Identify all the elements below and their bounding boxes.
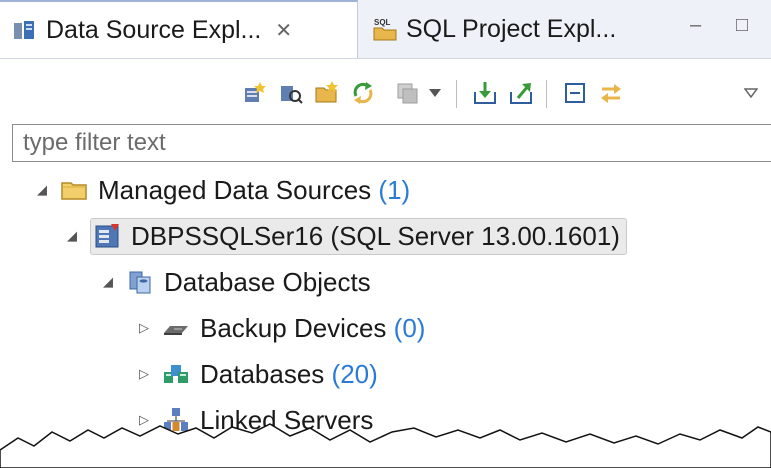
tree-item-databases[interactable]: ▷ Databases (20): [134, 352, 378, 396]
toolbar-separator: [546, 80, 547, 108]
collapsed-triangle-icon[interactable]: ▷: [134, 412, 154, 428]
sql-project-icon: SQL: [372, 16, 398, 42]
copy-icon[interactable]: [392, 78, 422, 108]
tab-label: SQL Project Expl...: [406, 14, 617, 43]
selected-server-node[interactable]: DBPSSQLSer16 (SQL Server 13.00.1601): [90, 217, 627, 255]
new-filter-icon[interactable]: [276, 78, 306, 108]
close-icon[interactable]: ✕: [275, 18, 292, 43]
tab-label: Data Source Expl...: [46, 15, 262, 44]
item-count: (0): [393, 312, 426, 343]
new-folder-icon[interactable]: [312, 78, 342, 108]
tree-item-label: Backup Devices: [200, 312, 387, 343]
expanded-triangle-icon[interactable]: ◢: [98, 274, 118, 290]
maximize-button[interactable]: □: [736, 14, 748, 37]
item-count: (20): [331, 358, 378, 389]
view-menu-icon[interactable]: [736, 78, 766, 108]
dropdown-arrow-icon[interactable]: [420, 78, 450, 108]
tree-item-backup-devices[interactable]: ▷ Backup Devices (0): [134, 306, 425, 350]
view-tab-bar: Data Source Expl... ✕ SQL SQL Project Ex…: [0, 0, 771, 59]
filter-input[interactable]: [13, 125, 771, 161]
minimize-button[interactable]: –: [690, 14, 701, 37]
collapse-all-icon[interactable]: [560, 78, 590, 108]
filter-field[interactable]: [12, 124, 771, 162]
tab-data-source-explorer[interactable]: Data Source Expl... ✕: [0, 0, 358, 58]
export-icon[interactable]: [506, 78, 536, 108]
database-objects-icon: [126, 268, 154, 296]
new-connection-profile-icon[interactable]: [240, 78, 270, 108]
tree-item-managed-data-sources[interactable]: ◢ Managed Data Sources (1): [32, 168, 410, 212]
sql-server-connection-icon: [93, 222, 121, 250]
folder-icon: [60, 176, 88, 204]
tree-item-label: Database Objects: [164, 266, 371, 297]
collapsed-triangle-icon[interactable]: ▷: [134, 320, 154, 336]
link-with-editor-icon[interactable]: [596, 78, 626, 108]
tree-item-label: Linked Servers: [200, 404, 374, 435]
svg-text:SQL: SQL: [374, 18, 391, 27]
tab-sql-project-explorer[interactable]: SQL SQL Project Expl...: [360, 0, 660, 58]
item-count: (1): [378, 174, 411, 205]
linked-servers-icon: [162, 406, 190, 434]
import-icon[interactable]: [470, 78, 500, 108]
databases-icon: [162, 360, 190, 388]
toolbar-separator: [456, 80, 457, 108]
collapsed-triangle-icon[interactable]: ▷: [134, 366, 154, 382]
data-source-tree: ◢ Managed Data Sources (1) ◢ DBPSSQLSer1…: [0, 162, 771, 468]
tree-item-label: DBPSSQLSer16 (SQL Server 13.00.1601): [131, 220, 620, 251]
view-toolbar: [0, 72, 771, 116]
tree-item-database-objects[interactable]: ◢ Database Objects: [98, 260, 371, 304]
data-source-explorer-icon: [12, 17, 38, 43]
tree-item-label: Managed Data Sources: [98, 174, 372, 205]
refresh-icon[interactable]: [348, 78, 378, 108]
backup-device-icon: [162, 314, 190, 342]
tree-item-server[interactable]: ◢ DBPSSQLSer16 (SQL Server 13.00.1601): [62, 214, 627, 258]
tree-item-label: Databases: [200, 358, 325, 389]
tree-item-linked-servers[interactable]: ▷ Linked Servers: [134, 398, 373, 442]
expanded-triangle-icon[interactable]: ◢: [62, 228, 82, 244]
expanded-triangle-icon[interactable]: ◢: [32, 182, 52, 198]
data-source-explorer-panel: Data Source Expl... ✕ SQL SQL Project Ex…: [0, 0, 771, 468]
